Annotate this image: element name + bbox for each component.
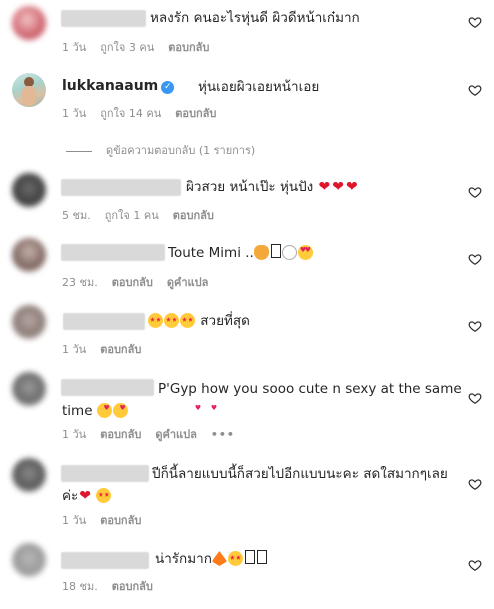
cat-heart-eyes-emoji xyxy=(253,245,269,260)
heart-outline-icon[interactable] xyxy=(468,252,482,266)
avatar[interactable] xyxy=(12,458,46,492)
comment-meta: 23 ชม. ตอบกลับ ดูคำแปล xyxy=(62,273,222,291)
heart-outline-icon[interactable] xyxy=(468,477,482,491)
comment-meta: 1 วัน ตอบกลับ ดูคำแปล ••• xyxy=(62,425,249,443)
view-replies-button[interactable]: ดูข้อความตอบกลับ (1 รายการ) xyxy=(66,141,255,159)
comment-meta: 5 ชม. ถูกใจ 1 คน ตอบกลับ xyxy=(62,206,228,224)
red-heart-emoji: ❤ xyxy=(332,179,345,195)
comment-likes[interactable]: ถูกใจ 1 คน xyxy=(105,209,159,222)
comment-likes[interactable]: ถูกใจ 3 คน xyxy=(100,41,154,54)
comment-text: P'Gyp how you sooo cute n sexy at the sa… xyxy=(8,378,462,422)
heart-outline-icon[interactable] xyxy=(468,391,482,405)
reply-button[interactable]: ตอบกลับ xyxy=(168,41,209,54)
star-struck-emoji xyxy=(227,551,243,566)
comment-text-content: ปีก็นี้ลายแบบนี้ก็สวยไปอีกแบบนะคะ สดใสมา… xyxy=(62,466,448,504)
comment-meta: 1 วัน ถูกใจ 3 คน ตอบกลับ xyxy=(62,38,223,56)
flower-emoji xyxy=(281,245,297,260)
red-heart-emoji: ❤ xyxy=(318,179,331,195)
comment-text-content: Toute Mimi .. xyxy=(168,245,254,261)
heart-outline-icon[interactable] xyxy=(468,15,482,29)
translate-button[interactable]: ดูคำแปล xyxy=(167,276,209,289)
fire-emoji xyxy=(211,551,227,566)
comment-text: ผิวสวย หน้าเป๊ะ หุ่นปัง ❤ ❤ ❤ xyxy=(186,176,359,198)
comment-time: 5 ชม. xyxy=(62,209,91,222)
comment-text: น่ารักมาก xyxy=(155,548,268,570)
star-struck-emoji xyxy=(164,313,179,328)
red-heart-emoji: ❤ xyxy=(346,179,358,195)
reply-button[interactable]: ตอบกลับ xyxy=(112,276,153,289)
unsupported-glyph xyxy=(270,244,281,258)
star-struck-emoji xyxy=(180,313,195,328)
comment-time: 1 วัน xyxy=(62,343,87,356)
commenter-username[interactable] xyxy=(61,244,165,261)
view-replies-label: ดูข้อความตอบกลับ (1 รายการ) xyxy=(106,144,256,157)
comment-text: ปีก็นี้ลายแบบนี้ก็สวยไปอีกแบบนะคะ สดใสมา… xyxy=(62,463,462,507)
avatar[interactable] xyxy=(12,238,46,272)
commenter-username[interactable] xyxy=(61,552,149,569)
comment-meta: 18 ชม. ตอบกลับ xyxy=(62,577,167,595)
commenter-username[interactable] xyxy=(61,179,181,196)
divider xyxy=(66,150,92,152)
username-text: lukkanaaum xyxy=(62,78,159,94)
commenter-username[interactable] xyxy=(63,313,145,330)
translate-button[interactable]: ดูคำแปล xyxy=(155,428,197,441)
smiling-face-with-hearts-emoji xyxy=(297,245,313,260)
verified-badge-icon: ✓ xyxy=(161,81,175,94)
comment-text-content: น่ารักมาก xyxy=(155,551,212,567)
heart-outline-icon[interactable] xyxy=(468,558,482,572)
star-struck-emoji xyxy=(96,488,112,503)
reply-button[interactable]: ตอบกลับ xyxy=(173,209,214,222)
comment-time: 1 วัน xyxy=(62,41,87,54)
comment-text-content: สวยที่สุด xyxy=(200,313,250,329)
star-struck-emoji xyxy=(148,313,163,328)
comment-meta: 1 วัน ตอบกลับ xyxy=(62,340,155,358)
avatar[interactable] xyxy=(12,305,46,339)
comment-text: Toute Mimi .. xyxy=(168,242,314,264)
reply-button[interactable]: ตอบกลับ xyxy=(100,514,141,527)
more-options-icon[interactable]: ••• xyxy=(211,428,235,441)
comment-text-content: ผิวสวย หน้าเป๊ะ หุ่นปัง xyxy=(186,179,314,195)
reply-button[interactable]: ตอบกลับ xyxy=(100,428,141,441)
comment-time: 18 ชม. xyxy=(62,580,98,593)
commenter-username[interactable]: lukkanaaum ✓ xyxy=(62,78,175,94)
unsupported-glyph xyxy=(244,550,255,564)
avatar[interactable] xyxy=(12,6,46,40)
comment-meta: 1 วัน ตอบกลับ xyxy=(62,511,155,529)
heart-outline-icon[interactable] xyxy=(468,185,482,199)
comment-time: 23 ชม. xyxy=(62,276,98,289)
comment-meta: 1 วัน ถูกใจ 14 คน ตอบกลับ xyxy=(62,104,230,122)
commenter-username[interactable] xyxy=(61,10,146,27)
red-heart-emoji: ❤ xyxy=(79,488,92,504)
comment-text: หุ่นเอยผิวเอยหน้าเอย xyxy=(198,79,320,95)
comment-time: 1 วัน xyxy=(62,514,87,527)
heart-outline-icon[interactable] xyxy=(468,319,482,333)
smiling-face-with-hearts-emoji xyxy=(24,403,217,418)
comment-text: สวยที่สุด xyxy=(148,310,250,332)
comment-time: 1 วัน xyxy=(62,107,87,120)
unsupported-glyph xyxy=(256,550,267,564)
avatar[interactable] xyxy=(12,173,46,207)
avatar[interactable] xyxy=(12,372,46,406)
avatar[interactable] xyxy=(12,543,46,577)
comment-text: หลงรัก คนอะไรหุ่นดี ผิวดีหน้าเก๋มาก xyxy=(150,10,360,26)
avatar[interactable] xyxy=(12,73,46,107)
comment-likes[interactable]: ถูกใจ 14 คน xyxy=(100,107,161,120)
reply-button[interactable]: ตอบกลับ xyxy=(112,580,153,593)
heart-outline-icon[interactable] xyxy=(468,83,482,97)
reply-button[interactable]: ตอบกลับ xyxy=(100,343,141,356)
comment-time: 1 วัน xyxy=(62,428,87,441)
reply-button[interactable]: ตอบกลับ xyxy=(175,107,216,120)
